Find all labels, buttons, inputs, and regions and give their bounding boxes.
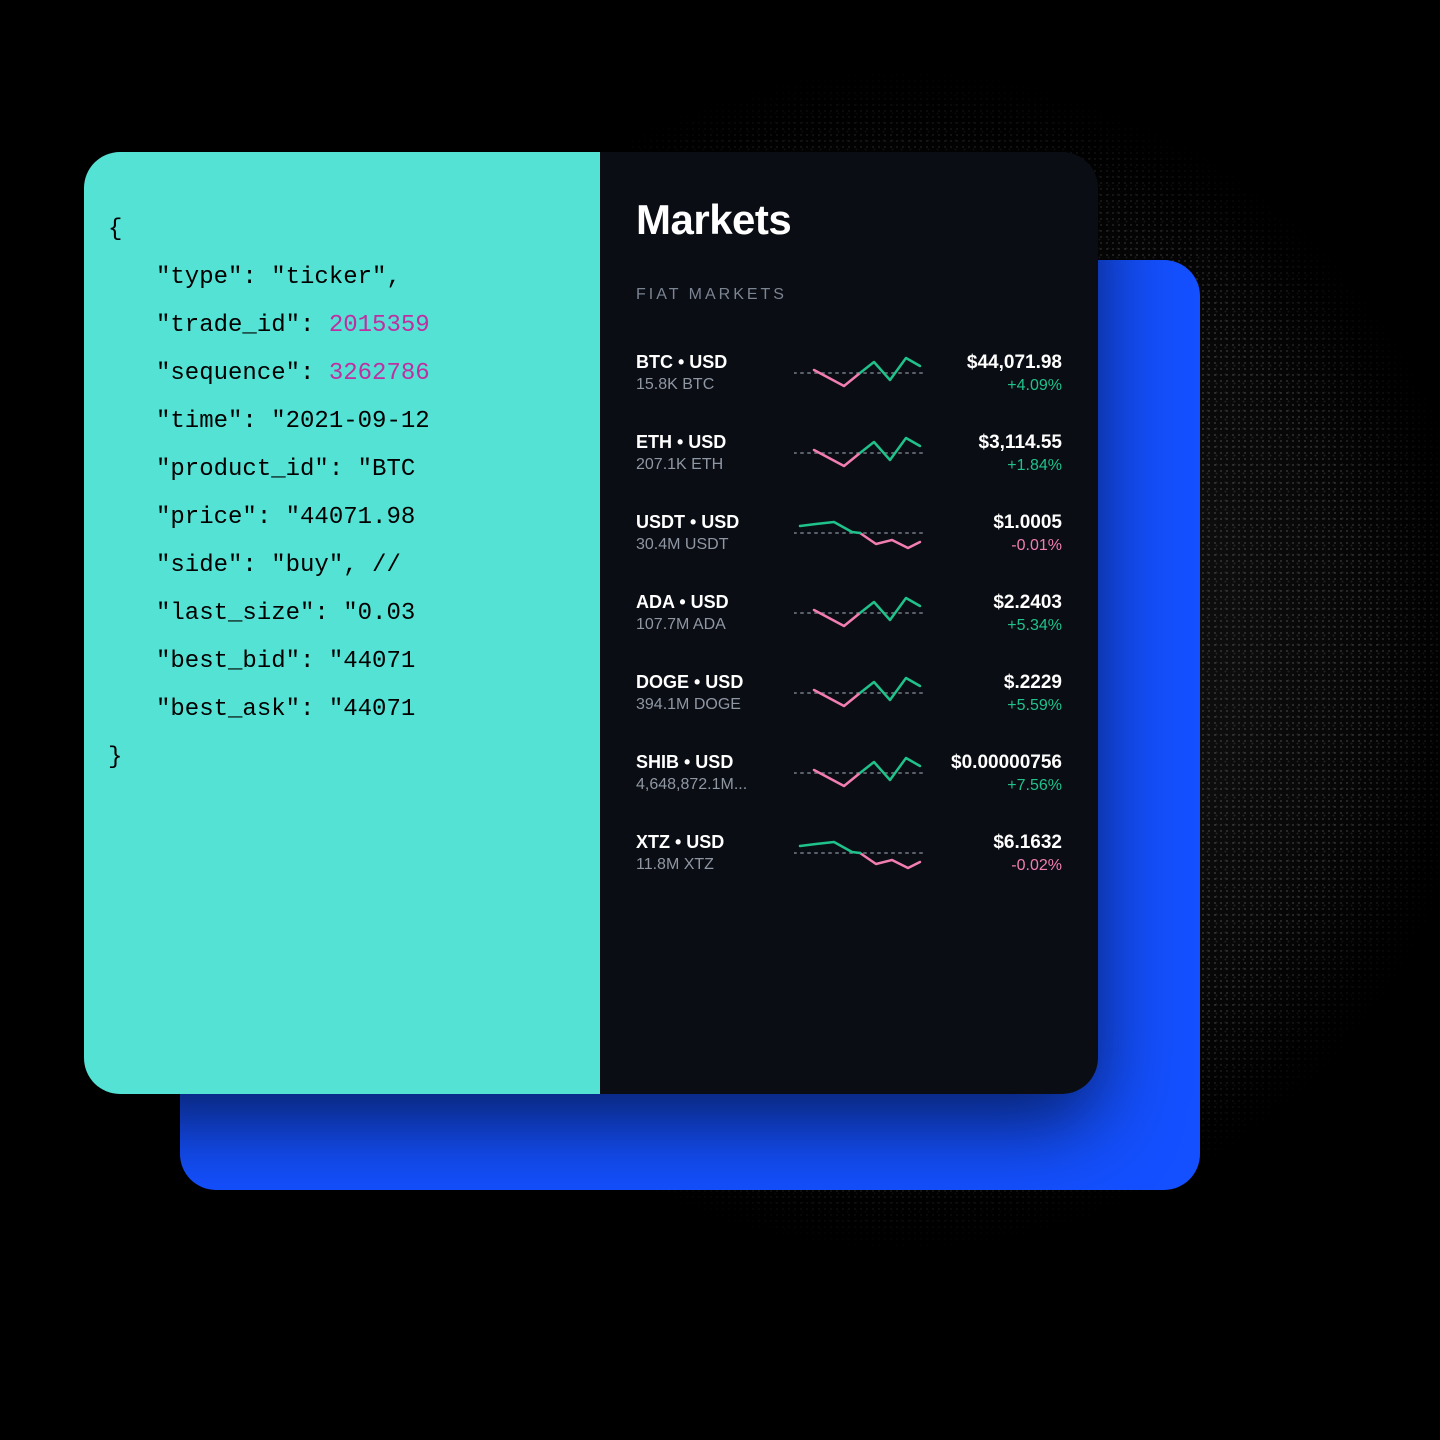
code-line: "price": "44071.98 <box>108 494 600 542</box>
market-pair-label: BTC • USD <box>636 352 786 373</box>
market-row[interactable]: XTZ • USD 11.8M XTZ $6.1632 -0.02% <box>636 814 1062 894</box>
market-change: +7.56% <box>932 777 1062 795</box>
sparkline-icon <box>794 430 924 476</box>
code-line: } <box>108 734 600 782</box>
code-line: "best_ask": "44071 <box>108 686 600 734</box>
market-pair-block: ETH • USD 207.1K ETH <box>636 432 786 474</box>
foreground-card: {"type": "ticker","trade_id": 2015359"se… <box>84 152 1098 1094</box>
markets-section-label: FIAT MARKETS <box>636 286 1062 304</box>
market-change: +5.34% <box>932 617 1062 635</box>
market-change: +5.59% <box>932 697 1062 715</box>
sparkline-icon <box>794 750 924 796</box>
market-price: $6.1632 <box>932 832 1062 854</box>
market-pair-block: USDT • USD 30.4M USDT <box>636 512 786 554</box>
markets-list: BTC • USD 15.8K BTC $44,071.98 +4.09% ETH •… <box>636 334 1062 894</box>
market-volume-label: 394.1M DOGE <box>636 696 786 714</box>
market-pair-label: XTZ • USD <box>636 832 786 853</box>
market-pair-label: SHIB • USD <box>636 752 786 773</box>
market-volume-label: 11.8M XTZ <box>636 856 786 874</box>
market-volume-label: 4,648,872.1M... <box>636 776 786 794</box>
market-price-block: $3,114.55 +1.84% <box>932 432 1062 475</box>
market-change: +1.84% <box>932 457 1062 475</box>
market-change: +4.09% <box>932 377 1062 395</box>
market-volume-label: 207.1K ETH <box>636 456 786 474</box>
market-volume-label: 15.8K BTC <box>636 376 786 394</box>
code-line: "product_id": "BTC <box>108 446 600 494</box>
market-volume-label: 30.4M USDT <box>636 536 786 554</box>
markets-title: Markets <box>636 196 1062 244</box>
code-line: "type": "ticker", <box>108 254 600 302</box>
market-price-block: $0.00000756 +7.56% <box>932 752 1062 795</box>
market-price-block: $2.2403 +5.34% <box>932 592 1062 635</box>
market-row[interactable]: SHIB • USD 4,648,872.1M... $0.00000756 +7.… <box>636 734 1062 814</box>
market-price-block: $1.0005 -0.01% <box>932 512 1062 555</box>
market-pair-block: ADA • USD 107.7M ADA <box>636 592 786 634</box>
market-row[interactable]: ETH • USD 207.1K ETH $3,114.55 +1.84% <box>636 414 1062 494</box>
markets-panel: Markets FIAT MARKETS BTC • USD 15.8K BTC … <box>600 152 1098 1094</box>
market-volume-label: 107.7M ADA <box>636 616 786 634</box>
code-line: "last_size": "0.03 <box>108 590 600 638</box>
market-pair-block: DOGE • USD 394.1M DOGE <box>636 672 786 714</box>
code-line: "best_bid": "44071 <box>108 638 600 686</box>
market-change: -0.02% <box>932 857 1062 875</box>
market-price: $0.00000756 <box>932 752 1062 774</box>
market-row[interactable]: BTC • USD 15.8K BTC $44,071.98 +4.09% <box>636 334 1062 414</box>
code-pane: {"type": "ticker","trade_id": 2015359"se… <box>84 152 600 1094</box>
market-price: $1.0005 <box>932 512 1062 534</box>
market-pair-label: ETH • USD <box>636 432 786 453</box>
sparkline-icon <box>794 830 924 876</box>
market-pair-label: ADA • USD <box>636 592 786 613</box>
market-row[interactable]: USDT • USD 30.4M USDT $1.0005 -0.01% <box>636 494 1062 574</box>
sparkline-icon <box>794 670 924 716</box>
market-price: $44,071.98 <box>932 352 1062 374</box>
market-pair-block: BTC • USD 15.8K BTC <box>636 352 786 394</box>
market-price-block: $6.1632 -0.02% <box>932 832 1062 875</box>
sparkline-icon <box>794 590 924 636</box>
code-line: "trade_id": 2015359 <box>108 302 600 350</box>
market-row[interactable]: ADA • USD 107.7M ADA $2.2403 +5.34% <box>636 574 1062 654</box>
sparkline-icon <box>794 510 924 556</box>
market-price-block: $44,071.98 +4.09% <box>932 352 1062 395</box>
market-price: $2.2403 <box>932 592 1062 614</box>
market-price-block: $.2229 +5.59% <box>932 672 1062 715</box>
sparkline-icon <box>794 350 924 396</box>
code-line: "side": "buy", // <box>108 542 600 590</box>
code-line: "sequence": 3262786 <box>108 350 600 398</box>
market-row[interactable]: DOGE • USD 394.1M DOGE $.2229 +5.59% <box>636 654 1062 734</box>
market-pair-block: XTZ • USD 11.8M XTZ <box>636 832 786 874</box>
market-price: $3,114.55 <box>932 432 1062 454</box>
market-change: -0.01% <box>932 537 1062 555</box>
market-price: $.2229 <box>932 672 1062 694</box>
market-pair-label: USDT • USD <box>636 512 786 533</box>
code-line: "time": "2021-09-12 <box>108 398 600 446</box>
code-line: { <box>108 206 600 254</box>
market-pair-label: DOGE • USD <box>636 672 786 693</box>
market-pair-block: SHIB • USD 4,648,872.1M... <box>636 752 786 794</box>
